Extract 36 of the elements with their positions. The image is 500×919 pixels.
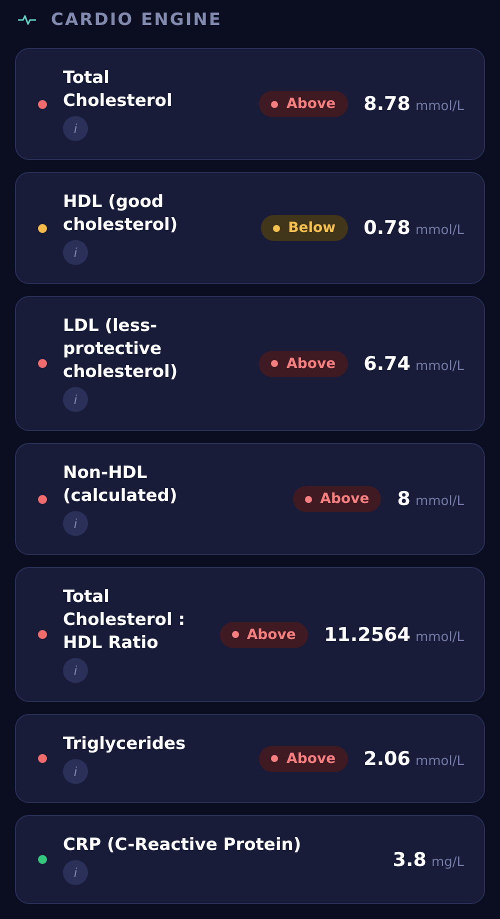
marker-unit: mmol/L <box>415 358 464 374</box>
pulse-icon <box>17 14 37 26</box>
marker-value: 6.74 <box>364 352 410 374</box>
status-badge: Above <box>259 350 348 376</box>
marker-name: Non-HDL (calculated) <box>63 462 178 508</box>
marker-value: 8 <box>397 488 410 510</box>
marker-value: 8.78 <box>364 93 410 115</box>
status-badge: Above <box>259 746 348 772</box>
info-button[interactable]: i <box>63 116 88 141</box>
marker-value: 0.78 <box>364 217 410 239</box>
marker-unit: mmol/L <box>415 223 464 238</box>
status-badge: Above <box>259 91 348 117</box>
marker-value: 11.2564 <box>324 624 410 646</box>
marker-name: Triglycerides <box>63 733 187 756</box>
marker-name: LDL (less-protective cholesterol) <box>63 315 179 384</box>
marker-unit: mmol/L <box>415 630 464 644</box>
marker-name: CRP (C-Reactive Protein) <box>63 834 302 857</box>
status-badge: Above <box>220 622 308 648</box>
info-button[interactable]: i <box>63 387 88 412</box>
marker-name: Total Cholesterol : HDL Ratio <box>63 586 186 655</box>
marker-unit: mmol/L <box>415 754 464 768</box>
marker-value: 2.06 <box>364 748 410 770</box>
marker-value: 3.8 <box>392 848 426 870</box>
marker-name: HDL (good cholesterol) <box>63 191 179 237</box>
marker-name: Total Cholesterol <box>63 67 174 113</box>
section-title: CARDIO ENGINE <box>51 10 222 30</box>
info-button[interactable]: i <box>63 759 88 784</box>
info-button[interactable]: i <box>63 240 88 265</box>
marker-unit: mmol/L <box>415 494 464 509</box>
status-badge: Below <box>261 215 348 241</box>
marker-unit: mg/L <box>431 854 464 870</box>
info-button[interactable]: i <box>63 658 88 683</box>
marker-unit: mmol/L <box>415 99 464 114</box>
info-button[interactable]: i <box>63 860 88 885</box>
info-button[interactable]: i <box>63 511 88 536</box>
status-badge: Above <box>293 486 382 512</box>
